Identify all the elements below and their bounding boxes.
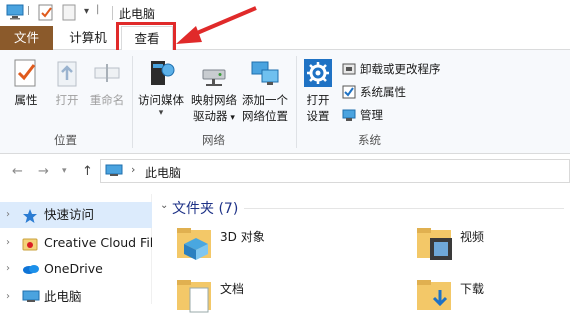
- collapse-chevron-icon[interactable]: ⌄: [160, 200, 168, 211]
- downloads-folder-icon: [417, 280, 451, 310]
- access-media-button[interactable]: 访问媒体 ▾: [136, 58, 186, 118]
- access-media-label: 访问媒体: [138, 93, 184, 107]
- open-button[interactable]: 打开: [50, 58, 84, 108]
- media-icon: [151, 61, 175, 85]
- expand-chevron-icon[interactable]: ›: [6, 230, 10, 256]
- network-location-icon: [251, 61, 279, 85]
- computer-icon: [105, 164, 123, 176]
- rename-icon: [94, 64, 120, 82]
- tab-computer[interactable]: 计算机: [60, 26, 116, 50]
- folder-item[interactable]: 视频: [416, 226, 484, 265]
- 3d-objects-folder-icon: [177, 228, 211, 260]
- map-drive-dropdown-icon: ▾: [227, 113, 235, 123]
- folder-label: 下载: [460, 282, 485, 296]
- group-divider: [296, 56, 297, 148]
- documents-folder-icon: [177, 280, 211, 313]
- nav-item-creative-cloud[interactable]: › Creative Cloud Files: [0, 230, 152, 256]
- uninstall-icon: [342, 63, 356, 75]
- navigation-pane: › 快速访问 › Creative Cloud Files › OneDrive…: [0, 194, 152, 304]
- recent-locations-dropdown-icon[interactable]: ▾: [62, 166, 67, 176]
- group-divider: [132, 56, 133, 148]
- folder-label: 3D 对象: [220, 230, 265, 244]
- location-group-label: 位置: [54, 133, 77, 147]
- annotation-arrow-icon: [176, 6, 257, 44]
- address-bar-row: ← → ▾ ↑ › 此电脑: [0, 154, 570, 188]
- system-properties-label: 系统属性: [360, 85, 406, 99]
- section-header-folders[interactable]: 文件夹 (7): [172, 198, 238, 218]
- folder-item[interactable]: 3D 对象: [176, 226, 265, 265]
- nav-item-label: Creative Cloud Files: [44, 235, 152, 250]
- onedrive-cloud-icon: [23, 265, 39, 274]
- add-location-label-line2: 网络位置: [242, 109, 288, 123]
- nav-item-quick-access[interactable]: › 快速访问: [0, 202, 152, 228]
- ribbon-tabs: 文件 计算机 查看: [0, 26, 570, 50]
- up-arrow-icon[interactable]: ↑: [82, 164, 93, 179]
- expand-chevron-icon[interactable]: ›: [6, 284, 10, 310]
- folder-item[interactable]: 下载: [416, 278, 484, 317]
- tab-file[interactable]: 文件: [0, 26, 53, 50]
- open-settings-label-line1: 打开: [306, 93, 330, 107]
- nav-item-this-pc[interactable]: › 此电脑: [0, 284, 152, 310]
- videos-folder-icon: [417, 228, 452, 260]
- system-group-label: 系统: [358, 133, 381, 147]
- content-pane: ⌄ 文件夹 (7) 3D 对象 视频 文档 下载: [152, 194, 570, 313]
- customize-qa-dropdown-icon[interactable]: ▾: [84, 6, 89, 17]
- uninstall-label: 卸载或更改程序: [360, 62, 441, 76]
- properties-button[interactable]: 属性: [8, 58, 44, 108]
- computer-icon: [22, 290, 40, 302]
- ribbon-panel: 属性 打开 重命名 位置 访问媒体 ▾ 映射网络 驱动器 ▾ 添加一个 网络位置…: [0, 50, 570, 154]
- nav-item-label: OneDrive: [44, 261, 103, 276]
- open-label: 打开: [55, 93, 79, 107]
- rename-button[interactable]: 重命名: [88, 58, 126, 108]
- open-settings-button[interactable]: 打开 设置: [300, 58, 336, 124]
- manage-icon: [342, 109, 356, 121]
- computer-icon[interactable]: [6, 4, 24, 23]
- nav-item-label: 此电脑: [44, 289, 82, 304]
- network-drive-icon: [202, 69, 226, 86]
- properties-icon: [14, 59, 36, 87]
- rename-label: 重命名: [89, 93, 125, 107]
- map-network-drive-button[interactable]: 映射网络 驱动器 ▾: [188, 58, 240, 126]
- open-icon: [57, 61, 77, 87]
- properties-label: 属性: [14, 93, 38, 107]
- add-network-location-button[interactable]: 添加一个 网络位置: [240, 58, 290, 124]
- star-icon: [23, 209, 37, 223]
- title-divider: [112, 6, 113, 20]
- title-bar: | ▾ | 此电脑: [0, 0, 570, 26]
- system-properties-icon: [342, 85, 356, 99]
- creative-cloud-icon: [22, 238, 38, 251]
- expand-chevron-icon[interactable]: ›: [6, 256, 10, 282]
- separator-glyph: |: [96, 4, 100, 15]
- back-arrow-icon[interactable]: ←: [12, 164, 23, 179]
- expand-chevron-icon[interactable]: ›: [6, 202, 10, 228]
- open-settings-label-line2: 设置: [306, 109, 330, 123]
- section-divider: [244, 208, 564, 209]
- forward-arrow-icon[interactable]: →: [38, 164, 49, 179]
- properties-qa-icon[interactable]: [38, 4, 54, 24]
- network-group-label: 网络: [202, 133, 225, 147]
- folder-label: 视频: [460, 230, 485, 244]
- nav-item-label: 快速访问: [44, 207, 95, 222]
- new-folder-qa-icon[interactable]: [62, 4, 76, 24]
- address-field[interactable]: › 此电脑: [100, 159, 570, 183]
- address-path: 此电脑: [145, 166, 182, 180]
- folder-label: 文档: [220, 282, 245, 296]
- map-drive-label-line1: 映射网络: [191, 93, 237, 107]
- nav-item-onedrive[interactable]: › OneDrive: [0, 256, 152, 282]
- map-drive-label-line2: 驱动器: [193, 109, 228, 123]
- separator-glyph: |: [27, 6, 31, 16]
- manage-label: 管理: [360, 108, 383, 122]
- breadcrumb-chevron-icon[interactable]: ›: [131, 163, 135, 176]
- add-location-label-line1: 添加一个: [242, 93, 288, 107]
- settings-gear-icon: [304, 59, 332, 87]
- access-media-dropdown-icon: ▾: [158, 108, 164, 118]
- folder-item[interactable]: 文档: [176, 278, 244, 317]
